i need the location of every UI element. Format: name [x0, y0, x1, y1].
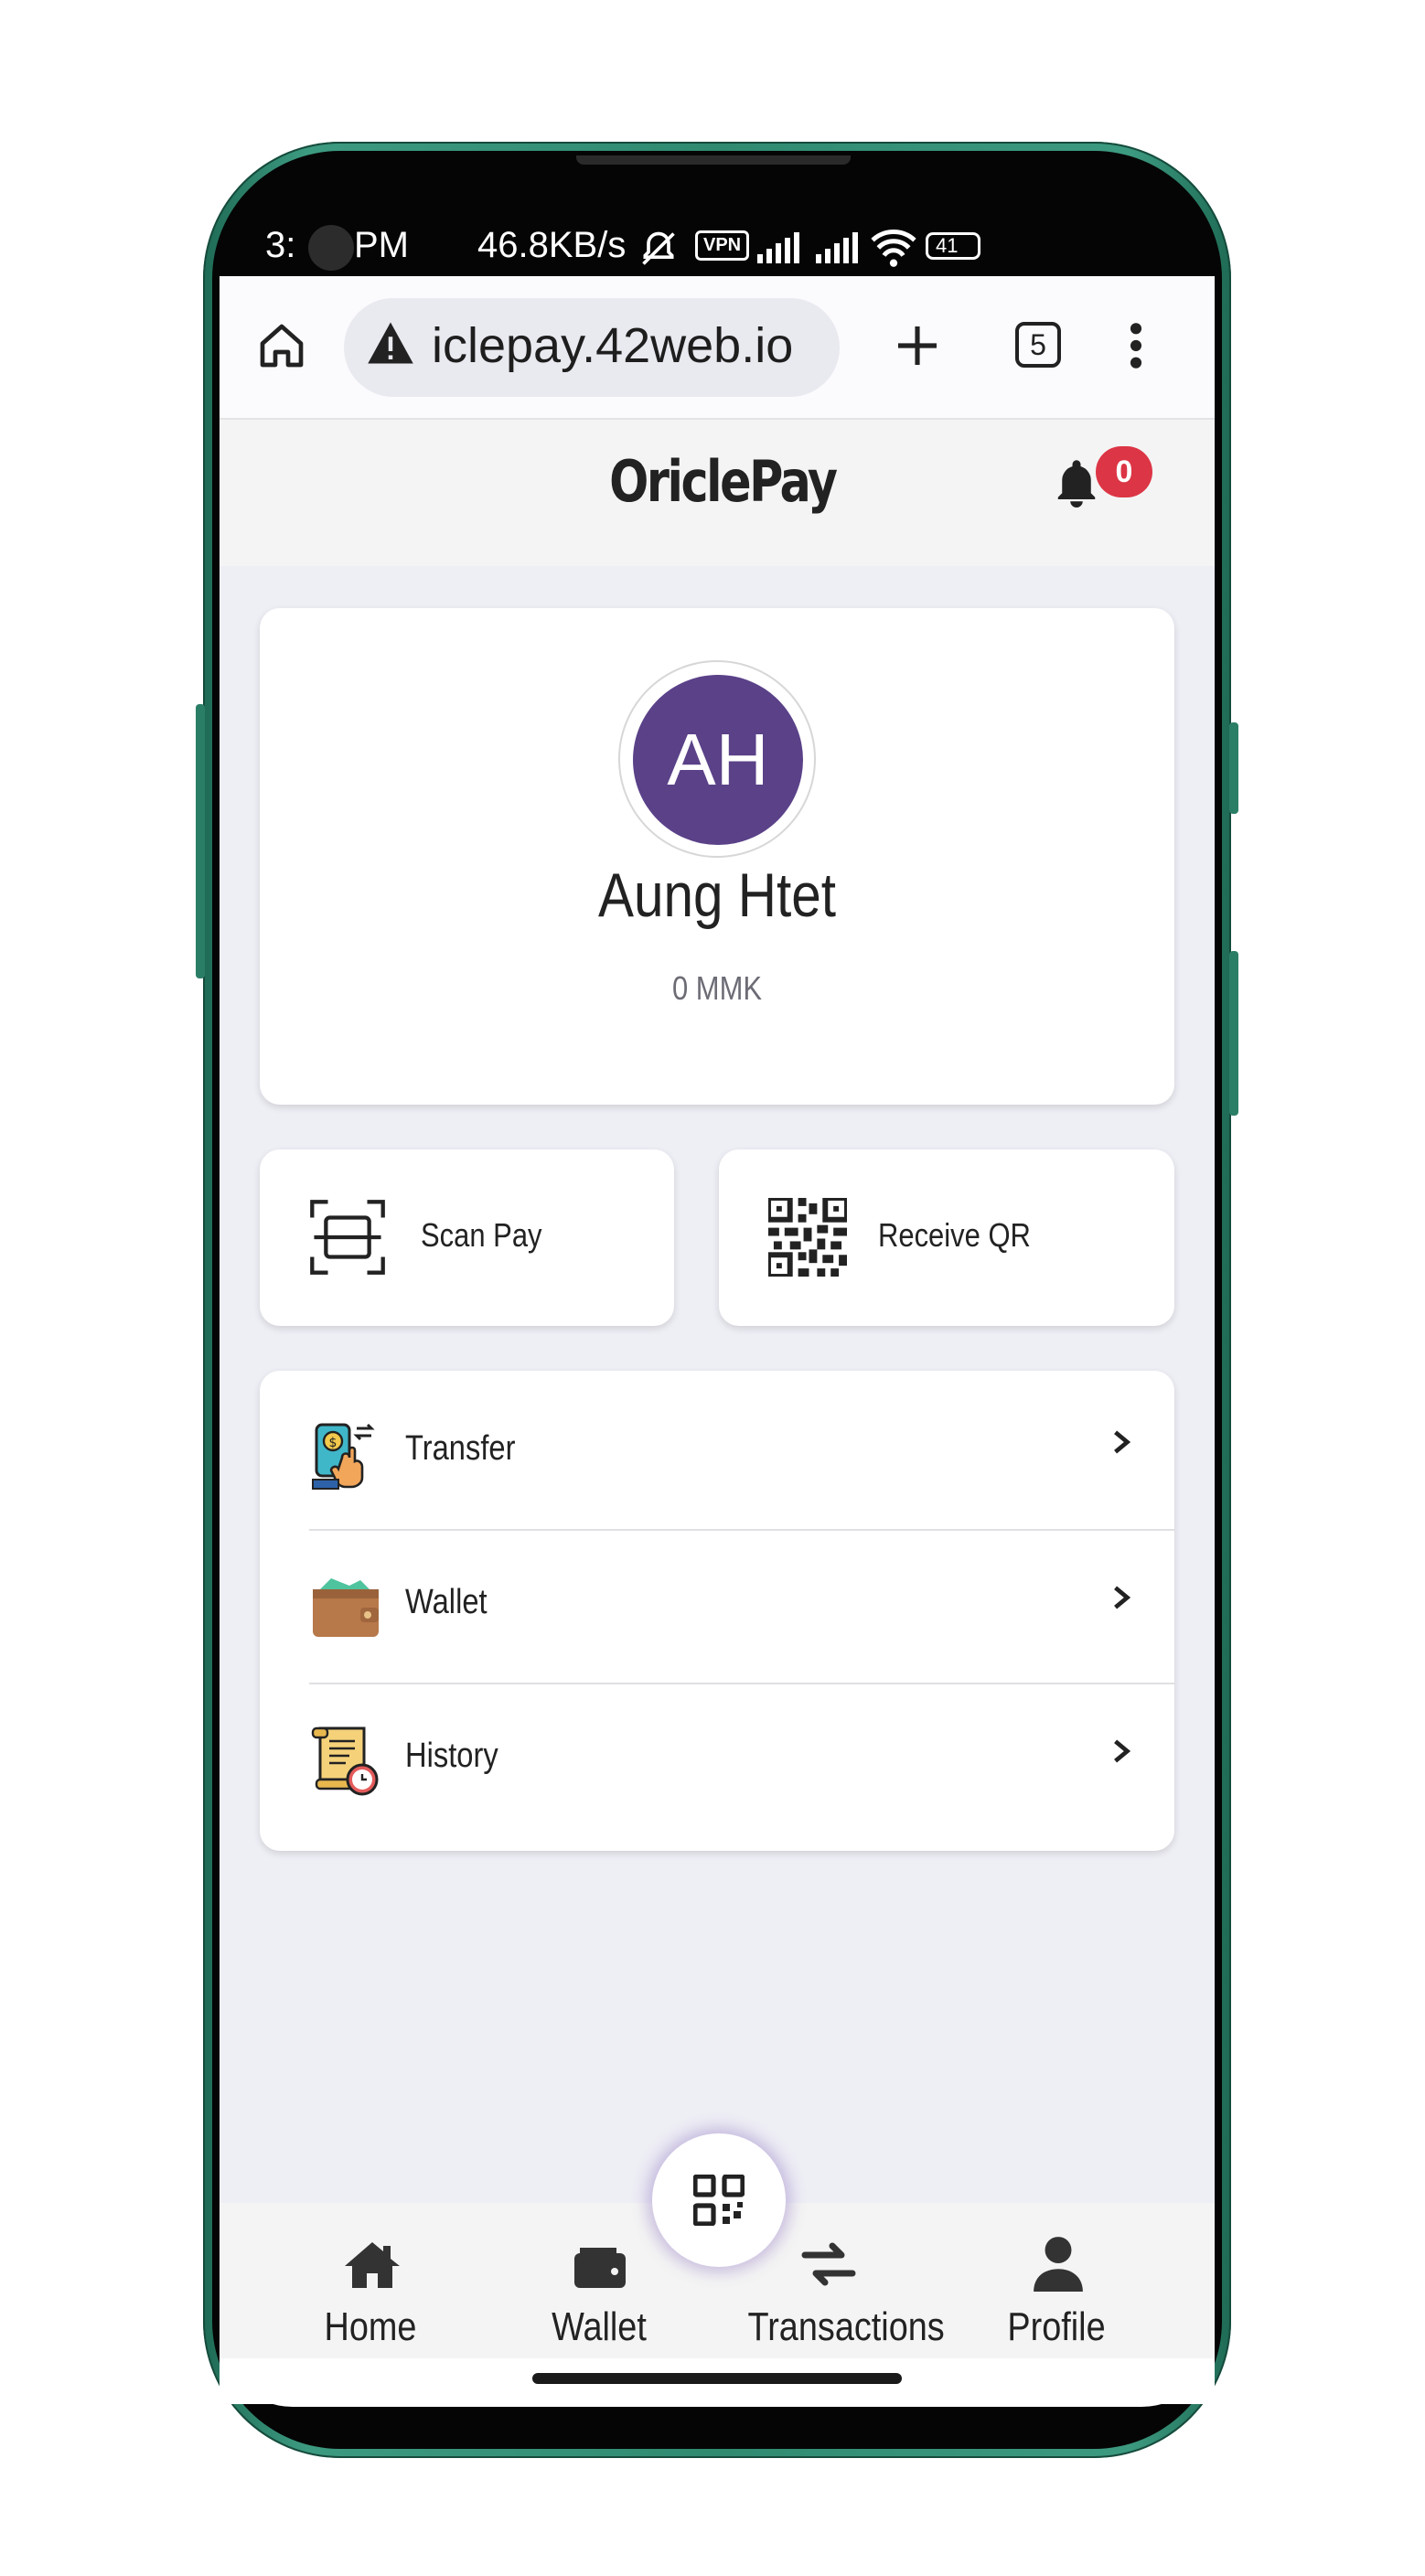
history-label: History — [405, 1737, 498, 1775]
phone-side-button-left — [196, 704, 205, 978]
history-icon — [311, 1726, 379, 1796]
wallet-label: Wallet — [405, 1583, 488, 1621]
wallet-icon — [313, 1578, 379, 1637]
avatar: AH — [633, 675, 803, 845]
battery-icon: 41 — [926, 232, 980, 260]
transactions-icon — [801, 2242, 856, 2286]
transfer-icon: $ — [312, 1423, 375, 1490]
status-time-suffix: PM — [354, 225, 409, 265]
status-bar: 3: PM 46.8KB/s VPN 41 — [220, 219, 1215, 274]
nav-profile-label: Profile — [1007, 2304, 1106, 2349]
home-icon — [345, 2242, 400, 2288]
receive-qr-label: Receive QR — [878, 1216, 1031, 1254]
chevron-right-icon — [1114, 1586, 1131, 1609]
signal-icon — [757, 232, 799, 263]
home-button-icon[interactable] — [256, 320, 307, 371]
menu-item-history[interactable] — [260, 1684, 1174, 1849]
warning-icon[interactable] — [366, 320, 415, 366]
notification-badge: 0 — [1096, 446, 1152, 497]
balance: 0 MMK — [671, 969, 763, 1007]
front-camera — [308, 225, 354, 271]
qr-code-icon — [768, 1198, 847, 1277]
phone-side-button-right-2 — [1229, 951, 1238, 1116]
phone-side-button-right — [1229, 722, 1238, 814]
home-indicator[interactable] — [532, 2373, 902, 2384]
app-title: OriclePay — [609, 448, 838, 515]
more-menu-icon[interactable] — [1127, 320, 1145, 371]
svg-text:$: $ — [329, 1436, 338, 1450]
nav-home-label: Home — [324, 2304, 417, 2349]
qrcode-icon — [693, 2175, 745, 2226]
new-tab-icon[interactable] — [892, 320, 943, 371]
signal-icon-2 — [816, 232, 858, 263]
menu-item-transfer[interactable] — [260, 1371, 1174, 1532]
bell-icon[interactable] — [1052, 455, 1101, 510]
profile-icon — [1034, 2237, 1083, 2292]
user-name: Aung Htet — [597, 860, 837, 930]
scan-pay-label: Scan Pay — [421, 1216, 542, 1254]
scan-icon — [310, 1200, 385, 1275]
battery-level: 41 — [936, 234, 959, 257]
wallet-icon — [574, 2248, 626, 2288]
tab-switcher-button[interactable]: 5 — [1015, 322, 1061, 368]
wifi-icon — [871, 230, 916, 267]
nav-transactions-label: Transactions — [747, 2304, 945, 2349]
transfer-label: Transfer — [405, 1429, 516, 1468]
nav-wallet-label: Wallet — [552, 2304, 647, 2349]
vpn-icon: VPN — [695, 230, 750, 261]
chevron-right-icon — [1114, 1430, 1131, 1454]
speaker-grille — [576, 155, 851, 165]
menu-item-wallet[interactable] — [260, 1531, 1174, 1684]
chevron-right-icon — [1114, 1739, 1131, 1763]
status-time: 3: — [265, 225, 296, 265]
url-text[interactable]: iclepay.42web.io — [432, 317, 793, 374]
network-speed: 46.8KB/s — [477, 225, 627, 265]
mute-icon — [642, 231, 675, 265]
